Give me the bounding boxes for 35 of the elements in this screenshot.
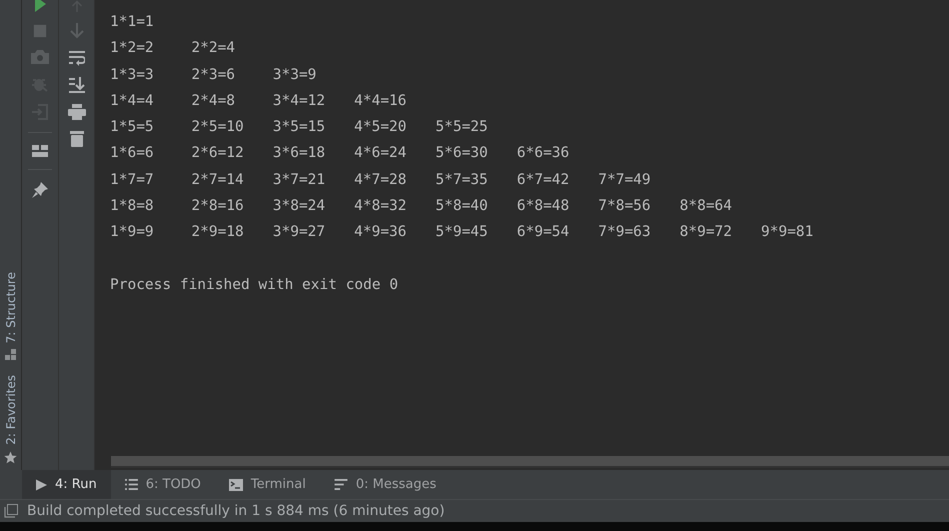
layout-icon[interactable] bbox=[32, 145, 48, 157]
trash-icon[interactable] bbox=[70, 131, 84, 147]
messages-icon bbox=[334, 479, 348, 490]
play-icon bbox=[36, 478, 47, 490]
console-line: 1*7=7 2*7=14 3*7=21 4*7=28 5*7=35 6*7=42 7*7=49 bbox=[110, 172, 652, 188]
console-line: 1*3=3 2*3=6 3*3=9 bbox=[110, 66, 318, 83]
tool-window-tab[interactable]: 6: TODO bbox=[110, 470, 215, 499]
terminal-icon bbox=[228, 478, 243, 490]
side-tab[interactable]: 7: Structure bbox=[0, 272, 21, 362]
camera-icon[interactable] bbox=[31, 50, 49, 64]
pin-icon[interactable] bbox=[32, 182, 48, 198]
scroll-to-end-icon[interactable] bbox=[68, 77, 84, 93]
console-line: 1*9=9 2*9=18 3*9=27 4*9=36 5*9=45 6*9=54 7*9=63 8*9=72 9*9=81 bbox=[110, 224, 814, 240]
side-tab[interactable]: 2: Favorites bbox=[0, 375, 21, 464]
console-line: 1*2=2 2*2=4 bbox=[110, 40, 236, 56]
console-line: 1*8=8 2*8=16 3*8=24 4*8=32 5*8=40 6*8=48 7*8=56 8*8=64 bbox=[110, 198, 734, 214]
status-message: Build completed successfully in 1 s 884 ms (6 minutes ago) bbox=[27, 503, 445, 519]
scrollbar[interactable] bbox=[111, 456, 949, 468]
console-line: 1*1=1 bbox=[110, 14, 155, 30]
console-line: 1*6=6 2*6=12 3*6=18 4*6=24 5*6=30 6*6=36 bbox=[110, 145, 570, 162]
console-line: Process finished with exit code 0 bbox=[110, 276, 398, 293]
tool-window-tab[interactable]: 0: Messages bbox=[320, 470, 450, 499]
tool-window-tab[interactable]: Terminal bbox=[214, 470, 320, 499]
stop-icon[interactable] bbox=[33, 24, 47, 38]
structure-icon bbox=[4, 349, 16, 362]
soft-wrap-icon[interactable] bbox=[68, 50, 84, 66]
status-icon[interactable] bbox=[4, 504, 18, 518]
down-arrow-icon[interactable] bbox=[70, 23, 84, 39]
console-line: 1*5=5 2*5=10 3*5=15 4*5=20 5*5=25 bbox=[110, 119, 489, 136]
tool-window-tab[interactable]: 4: Run bbox=[22, 470, 111, 499]
list-icon bbox=[124, 479, 138, 490]
star-icon bbox=[4, 451, 17, 464]
printer-icon[interactable] bbox=[68, 104, 86, 120]
console-line: 1*4=4 2*4=8 3*4=12 4*4=16 bbox=[110, 92, 408, 109]
run-icon[interactable] bbox=[32, 0, 48, 12]
